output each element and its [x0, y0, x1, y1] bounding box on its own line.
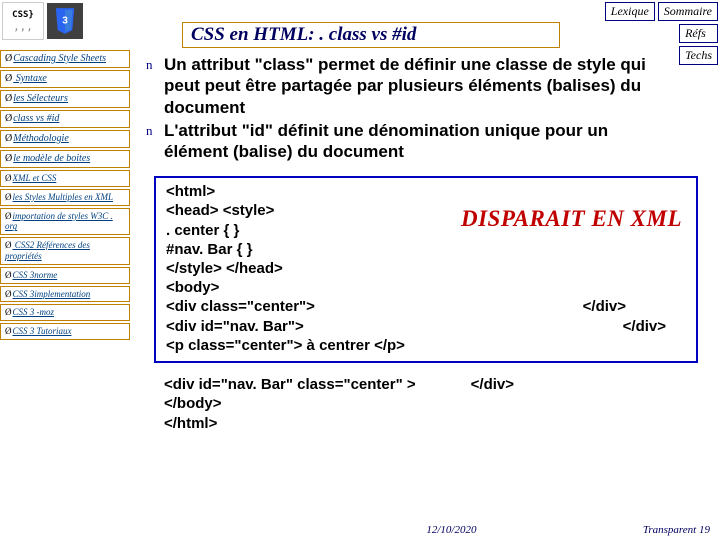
sidebar-item-css3-moz[interactable]: CSS 3 -moz: [0, 304, 130, 321]
sidebar-item-class-vs-id[interactable]: class vs #id: [0, 110, 130, 128]
css3-shield-icon: 3: [47, 3, 83, 39]
code-block: DISPARAIT EN XML <html> <head> <style> .…: [154, 176, 698, 363]
sidebar-item-css2-refs[interactable]: CSS2 Références des propriétés: [0, 237, 130, 265]
top-nav: Lexique Sommaire: [605, 2, 718, 21]
code-open-tag: <div id="nav. Bar" class="center" >: [164, 375, 416, 395]
bullet-list: n Un attribut "class" permet de définir …: [134, 52, 682, 172]
xml-warning: DISPARAIT EN XML: [461, 204, 682, 233]
css-curly-logo: CSS} ‚‚‚: [2, 2, 44, 40]
sidebar-item-css3-norme[interactable]: CSS 3norme: [0, 267, 130, 284]
refs-button[interactable]: Réfs: [679, 24, 718, 43]
lexique-button[interactable]: Lexique: [605, 2, 655, 21]
code-close-tag: </div>: [623, 317, 686, 336]
code-line: </body>: [164, 394, 684, 414]
css-logo-text: CSS}: [12, 10, 34, 20]
sommaire-button[interactable]: Sommaire: [658, 2, 718, 21]
main-content: n Un attribut "class" permet de définir …: [134, 52, 682, 435]
code-open-tag: <div id="nav. Bar">: [166, 317, 304, 336]
footer-page: Transparent 19: [643, 524, 710, 536]
sidebar-item-selecteurs[interactable]: les Sélecteurs: [0, 90, 130, 108]
sidebar-item-css3-tutoriaux[interactable]: CSS 3 Tutoriaux: [0, 323, 130, 340]
sidebar: Cascading Style Sheets Syntaxe les Sélec…: [0, 50, 130, 342]
sidebar-item-importation[interactable]: importation de styles W3C . org: [0, 208, 130, 236]
code-line: <div class="center"> </div>: [166, 297, 686, 316]
code-open-tag: <div class="center">: [166, 297, 315, 316]
footer-date: 12/10/2020: [426, 524, 476, 536]
code-line: <body>: [166, 278, 686, 297]
bullet-item: n L'attribut "id" définit une dénominati…: [146, 120, 676, 163]
code-close-tag: </div>: [583, 297, 686, 316]
code-line: #nav. Bar { }: [166, 240, 686, 259]
code-close-tag: </div>: [471, 375, 684, 395]
svg-text:3: 3: [62, 16, 68, 27]
code-line: <html>: [166, 182, 686, 201]
right-nav: Réfs Techs: [679, 24, 718, 65]
page-title: CSS en HTML: . class vs #id: [182, 22, 560, 48]
footer: 12/10/2020 Transparent 19: [0, 524, 720, 536]
bullet-text: Un attribut "class" permet de définir un…: [164, 54, 676, 118]
sidebar-item-css3-impl[interactable]: CSS 3implementation: [0, 286, 130, 303]
logo-area: CSS} ‚‚‚ 3: [2, 2, 83, 40]
code-line: <p class="center"> à centrer </p>: [166, 336, 686, 355]
code-line: <div id="nav. Bar" class="center" > </di…: [164, 375, 684, 395]
css-logo-sub: ‚‚‚: [13, 20, 33, 33]
bullet-marker-icon: n: [146, 57, 164, 73]
code-block-extra: <div id="nav. Bar" class="center" > </di…: [154, 373, 694, 436]
bullet-marker-icon: n: [146, 123, 164, 139]
code-line: <div id="nav. Bar"> </div>: [166, 317, 686, 336]
sidebar-item-modele-boites[interactable]: le modèle de boites: [0, 150, 130, 168]
code-line: </style> </head>: [166, 259, 686, 278]
techs-button[interactable]: Techs: [679, 46, 718, 65]
sidebar-item-styles-multiples[interactable]: les Styles Multiples en XML: [0, 189, 130, 206]
bullet-item: n Un attribut "class" permet de définir …: [146, 54, 676, 118]
sidebar-item-syntaxe[interactable]: Syntaxe: [0, 70, 130, 88]
sidebar-item-cascading[interactable]: Cascading Style Sheets: [0, 50, 130, 68]
bullet-text: L'attribut "id" définit une dénomination…: [164, 120, 676, 163]
sidebar-item-xml-css[interactable]: XML et CSS: [0, 170, 130, 187]
sidebar-item-methodologie[interactable]: Méthodologie: [0, 130, 130, 148]
code-line: </html>: [164, 414, 684, 434]
